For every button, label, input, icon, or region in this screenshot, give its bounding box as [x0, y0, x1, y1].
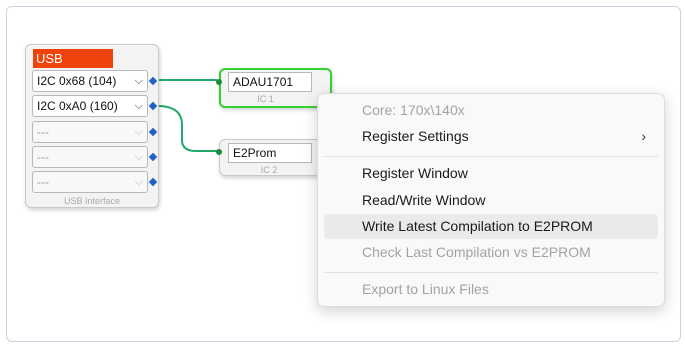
usb-address-select-1-value: I2C 0x68 (104) — [37, 74, 117, 88]
chevron-down-icon: ⌵ — [134, 151, 143, 163]
menu-item-register-window[interactable]: Register Window — [324, 161, 658, 186]
chevron-down-icon: ⌵ — [134, 176, 143, 188]
usb-address-select-3[interactable]: --- ⌵ — [32, 121, 148, 143]
menu-header-core: Core: 170x\140x — [362, 102, 465, 118]
ic2-input-pin[interactable] — [216, 149, 222, 155]
usb-address-select-5-value: --- — [37, 175, 49, 189]
menu-item-write-latest-compilation[interactable]: Write Latest Compilation to E2PROM — [324, 214, 658, 239]
menu-separator — [324, 272, 658, 273]
ic2-name-field[interactable]: E2Prom — [228, 143, 312, 163]
usb-address-select-4[interactable]: --- ⌵ — [32, 146, 148, 168]
ic1-name-field[interactable]: ADAU1701 — [228, 72, 312, 92]
menu-separator — [324, 156, 658, 157]
ic2-footer: IC 2 — [260, 165, 278, 175]
context-menu: Core: 170x\140x Register Settings › Regi… — [317, 93, 665, 307]
menu-item-check-last-compilation[interactable]: Check Last Compilation vs E2PROM — [324, 240, 658, 265]
usb-address-select-2-value: I2C 0xA0 (160) — [37, 99, 118, 113]
output-pin-3[interactable] — [148, 127, 158, 137]
menu-item-read-write-window[interactable]: Read/Write Window — [324, 188, 658, 213]
ic2-block[interactable]: E2Prom IC 2 — [216, 139, 329, 176]
output-pin-4[interactable] — [148, 152, 158, 162]
usb-address-select-3-value: --- — [37, 125, 49, 139]
ic1-input-pin[interactable] — [216, 79, 222, 85]
chevron-down-icon: ⌵ — [134, 75, 143, 87]
menu-item-export-linux-files[interactable]: Export to Linux Files — [324, 277, 658, 302]
menu-item-register-settings[interactable]: Register Settings › — [324, 124, 658, 149]
chevron-down-icon: ⌵ — [134, 126, 143, 138]
ic1-footer: IC 1 — [257, 94, 274, 104]
output-pin-2[interactable] — [148, 101, 158, 111]
menu-item-register-settings-label: Register Settings — [362, 128, 469, 144]
usb-address-select-2[interactable]: I2C 0xA0 (160) ⌵ — [32, 95, 148, 117]
usb-address-select-4-value: --- — [37, 150, 49, 164]
chevron-right-icon: › — [641, 128, 646, 144]
usb-address-select-1[interactable]: I2C 0x68 (104) ⌵ — [32, 70, 148, 92]
usb-address-select-5[interactable]: --- ⌵ — [32, 171, 148, 193]
usb-block-title: USB — [33, 49, 113, 68]
usb-block-footer: USB Interface — [63, 196, 121, 206]
usb-interface-block[interactable]: USB I2C 0x68 (104) ⌵ I2C 0xA0 (160) ⌵ --… — [25, 44, 159, 208]
chevron-down-icon: ⌵ — [134, 100, 143, 112]
ic1-block[interactable]: ADAU1701 IC 1 — [216, 68, 332, 108]
output-pin-5[interactable] — [148, 177, 158, 187]
output-pin-1[interactable] — [148, 76, 158, 86]
